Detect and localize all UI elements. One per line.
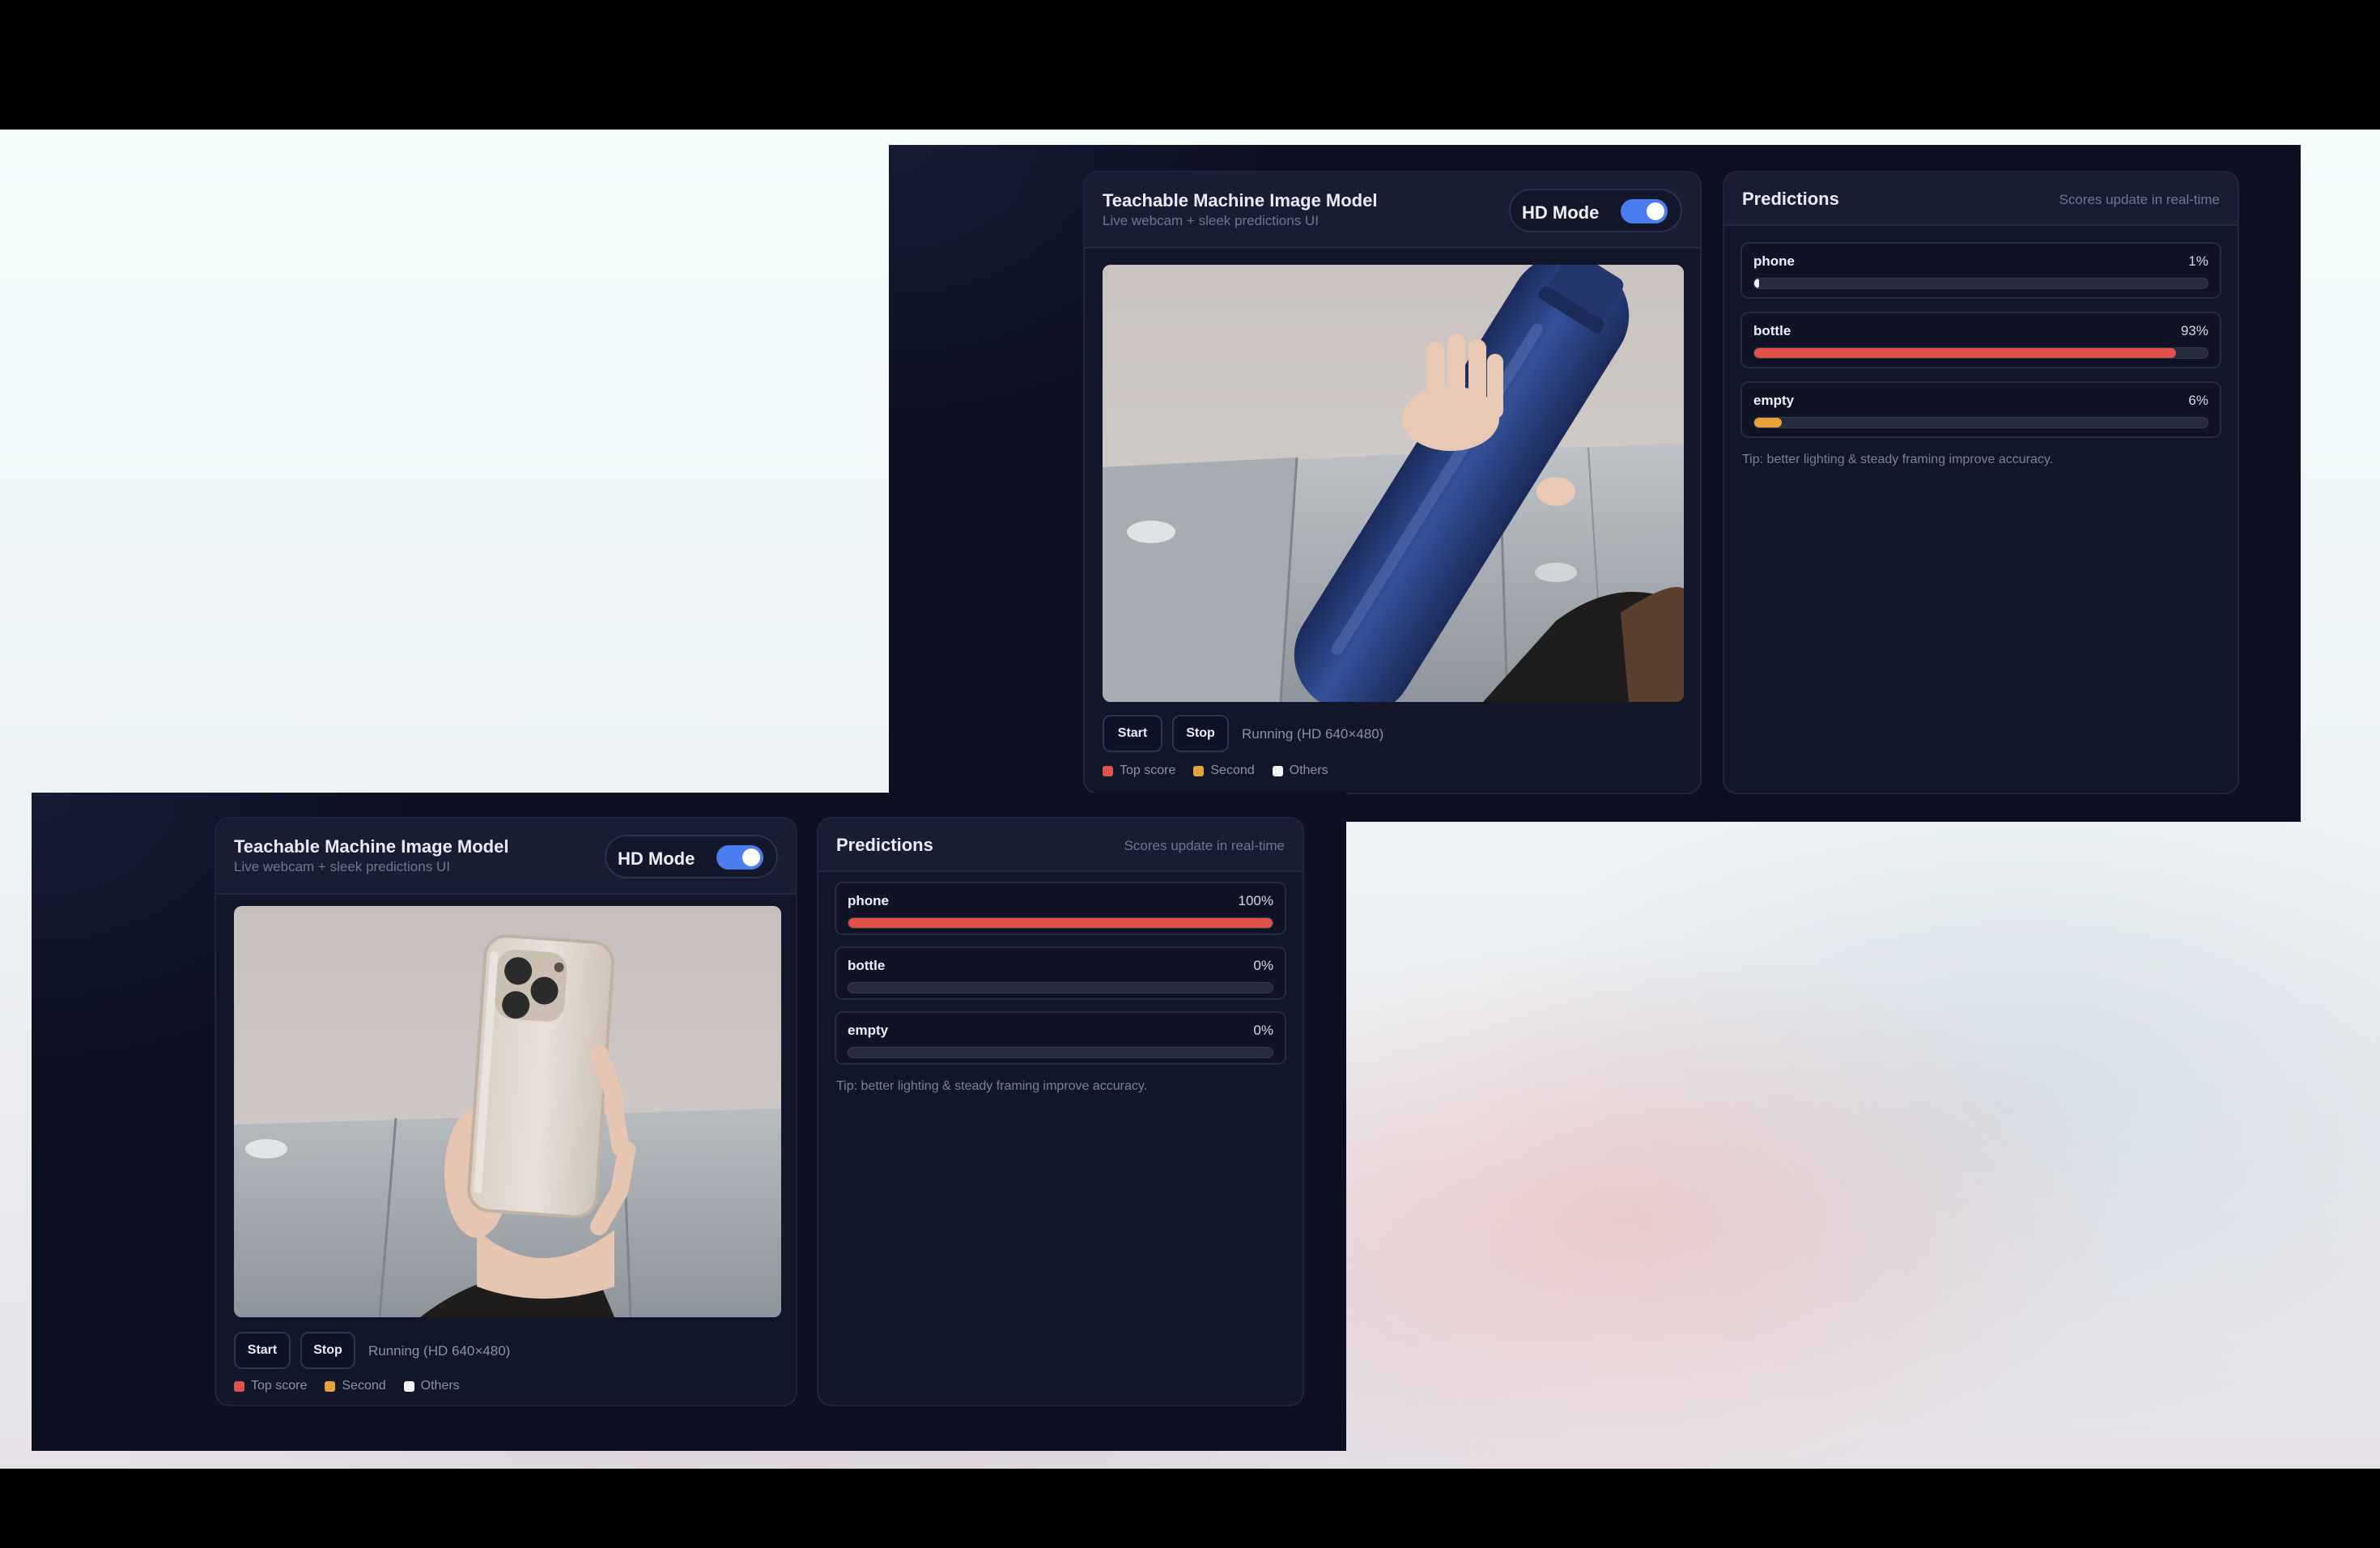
legend-label: Others — [420, 1379, 460, 1393]
prediction-label: empty — [1753, 393, 1795, 408]
predictions-title: Predictions — [836, 835, 933, 855]
stop-button[interactable]: Stop — [300, 1332, 355, 1369]
predictions-title: Predictions — [1742, 189, 1839, 209]
prediction-percent: 1% — [2188, 253, 2208, 269]
toggle-knob — [742, 848, 760, 866]
app-title: Teachable Machine Image Model — [1103, 190, 1378, 211]
predictions-header: Predictions Scores update in real-time — [818, 819, 1303, 872]
prediction-row-empty: empty 6% — [1740, 381, 2221, 438]
camera-card-header: Teachable Machine Image Model Live webca… — [216, 819, 796, 895]
app-window-phone: Teachable Machine Image Model Live webca… — [32, 793, 1346, 1451]
prediction-bar-fill — [1754, 348, 2176, 358]
legend-item-top: Top score — [1103, 763, 1175, 778]
legend-item-second: Second — [325, 1379, 386, 1393]
prediction-bar-fill — [1754, 418, 1782, 427]
prediction-percent: 0% — [1253, 1023, 1273, 1038]
prediction-bar — [848, 917, 1273, 929]
legend-label: Top score — [1120, 763, 1176, 777]
camera-card-header: Teachable Machine Image Model Live webca… — [1085, 172, 1700, 249]
prediction-row-phone: phone 100% — [835, 882, 1286, 935]
start-button[interactable]: Start — [234, 1332, 291, 1369]
hd-mode-label: HD Mode — [618, 848, 695, 869]
legend: Top score Second Others — [1103, 763, 1328, 778]
app-subtitle: Live webcam + sleek predictions UI — [234, 859, 450, 874]
predictions-card: Predictions Scores update in real-time p… — [817, 817, 1304, 1406]
prediction-bar — [1753, 347, 2208, 359]
toggle-knob — [1647, 202, 1664, 220]
prediction-label: phone — [848, 893, 889, 908]
toggle-switch[interactable] — [1621, 199, 1668, 223]
prediction-bar-fill — [848, 1048, 851, 1057]
start-button[interactable]: Start — [1103, 715, 1162, 752]
camera-card: Teachable Machine Image Model Live webca… — [215, 817, 797, 1406]
prediction-percent: 93% — [2180, 323, 2208, 338]
prediction-percent: 6% — [2188, 393, 2208, 408]
toggle-switch[interactable] — [716, 845, 763, 870]
prediction-label: bottle — [1753, 323, 1791, 338]
prediction-row-empty: empty 0% — [835, 1011, 1286, 1065]
predictions-card: Predictions Scores update in real-time p… — [1723, 171, 2239, 794]
legend-swatch — [1272, 765, 1283, 776]
legend-label: Second — [342, 1379, 386, 1393]
prediction-bar-fill — [1754, 279, 1759, 288]
app-subtitle: Live webcam + sleek predictions UI — [1103, 213, 1319, 228]
prediction-bar — [848, 1047, 1273, 1058]
app-window-bottle: Teachable Machine Image Model Live webca… — [889, 145, 2301, 822]
tip-text: Tip: better lighting & steady framing im… — [1742, 453, 2054, 466]
prediction-bar — [848, 982, 1273, 993]
prediction-bar — [1753, 417, 2208, 428]
legend-swatch — [403, 1380, 414, 1392]
prediction-row-bottle: bottle 93% — [1740, 312, 2221, 368]
legend-swatch — [1103, 765, 1113, 776]
webcam-feed — [1103, 265, 1684, 702]
prediction-label: empty — [848, 1023, 889, 1038]
legend-label: Top score — [251, 1379, 308, 1393]
legend-swatch — [1193, 765, 1205, 776]
prediction-percent: 0% — [1253, 958, 1273, 973]
hd-mode-toggle[interactable]: HD Mode — [1509, 189, 1682, 232]
legend-item-second: Second — [1193, 763, 1255, 778]
webcam-feed — [234, 906, 781, 1317]
predictions-subtitle: Scores update in real-time — [1124, 838, 1285, 853]
legend-item-others: Others — [1272, 763, 1328, 778]
status-text: Running (HD 640×480) — [368, 1343, 511, 1359]
app-title: Teachable Machine Image Model — [234, 836, 509, 857]
camera-card: Teachable Machine Image Model Live webca… — [1083, 171, 1702, 794]
status-text: Running (HD 640×480) — [1242, 726, 1384, 742]
predictions-header: Predictions Scores update in real-time — [1724, 172, 2238, 226]
prediction-label: phone — [1753, 253, 1795, 269]
prediction-percent: 100% — [1238, 893, 1273, 908]
prediction-bar-fill — [848, 983, 851, 993]
predictions-subtitle: Scores update in real-time — [2059, 192, 2220, 207]
legend-label: Others — [1289, 763, 1328, 777]
prediction-label: bottle — [848, 958, 886, 973]
hd-mode-toggle[interactable]: HD Mode — [605, 835, 778, 878]
legend-item-others: Others — [403, 1379, 460, 1393]
webcam-bottle-image — [1103, 265, 1684, 702]
tip-text: Tip: better lighting & steady framing im… — [836, 1079, 1148, 1093]
legend-swatch — [325, 1380, 336, 1392]
webcam-phone-image — [234, 906, 781, 1317]
legend: Top score Second Others — [234, 1379, 460, 1393]
prediction-row-phone: phone 1% — [1740, 242, 2221, 299]
prediction-row-bottle: bottle 0% — [835, 946, 1286, 1000]
stop-button[interactable]: Stop — [1172, 715, 1229, 752]
prediction-bar-fill — [848, 918, 1273, 928]
legend-item-top: Top score — [234, 1379, 307, 1393]
legend-label: Second — [1210, 763, 1255, 777]
hd-mode-label: HD Mode — [1522, 202, 1600, 223]
prediction-bar — [1753, 278, 2208, 289]
legend-swatch — [234, 1380, 244, 1392]
